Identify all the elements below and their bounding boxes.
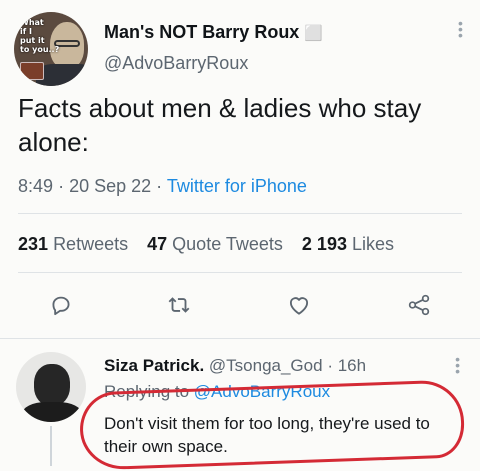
tweet-time: 8:49 (18, 176, 54, 196)
tweet-date: 20 Sep 22 (69, 176, 152, 196)
author-avatar[interactable]: What if I put it to you..? (14, 12, 88, 86)
retweet-button[interactable] (164, 290, 194, 320)
reply-avatar[interactable] (16, 352, 86, 422)
reply-author-handle[interactable]: @Tsonga_God (209, 356, 323, 375)
tweet-source[interactable]: Twitter for iPhone (167, 176, 307, 196)
author-badge: ⬜ (304, 24, 324, 42)
reply-more-icon[interactable]: • • • (455, 352, 460, 378)
red-circle-annotation (78, 379, 466, 471)
retweets-label: Retweets (53, 234, 129, 254)
reply-time: 16h (337, 356, 367, 375)
reply-author-name[interactable]: Siza Patrick. (104, 356, 204, 375)
meta-separator: · (156, 176, 167, 196)
retweet-icon (168, 297, 190, 313)
quotes-stat[interactable]: 47 Quote Tweets (147, 234, 288, 254)
quotes-label: Quote Tweets (172, 234, 283, 254)
tweet-text: Facts about men & ladies who stay alone: (18, 93, 422, 157)
author-name-text: Man's NOT Barry Roux (104, 22, 300, 42)
divider (0, 338, 480, 339)
author-handle[interactable]: @AdvoBarryRoux (104, 53, 248, 74)
author-name[interactable]: Man's NOT Barry Roux ⬜ (104, 22, 323, 43)
reply-button[interactable] (46, 290, 76, 320)
share-button[interactable] (404, 290, 434, 320)
likes-label: Likes (351, 234, 395, 254)
reply-header: Siza Patrick. @Tsonga_God · 16h (104, 356, 366, 376)
share-icon (408, 294, 430, 316)
tweet-stats: 231 Retweets 47 Quote Tweets 2 193 Likes (18, 234, 408, 255)
action-bar (0, 290, 480, 322)
retweets-count: 231 (18, 234, 49, 254)
like-icon (289, 297, 309, 315)
reply-avatar-body (22, 402, 82, 422)
thread-line (50, 426, 52, 466)
retweets-stat[interactable]: 231 Retweets (18, 234, 133, 254)
divider (18, 272, 462, 273)
avatar-sign (20, 62, 44, 80)
divider (18, 213, 462, 214)
reply-icon (52, 296, 70, 316)
avatar-caption: What if I put it to you..? (20, 18, 60, 54)
reply-avatar-head (34, 364, 70, 406)
likes-stat[interactable]: 2 193 Likes (302, 234, 394, 254)
more-icon[interactable]: • • • (458, 16, 463, 42)
meta-separator: · (58, 176, 70, 196)
tweet-meta: 8:49 · 20 Sep 22 · Twitter for iPhone (18, 176, 307, 197)
meta-separator: · (327, 356, 333, 375)
quotes-count: 47 (147, 234, 168, 254)
likes-count: 2 193 (301, 234, 347, 254)
like-button[interactable] (284, 290, 314, 320)
